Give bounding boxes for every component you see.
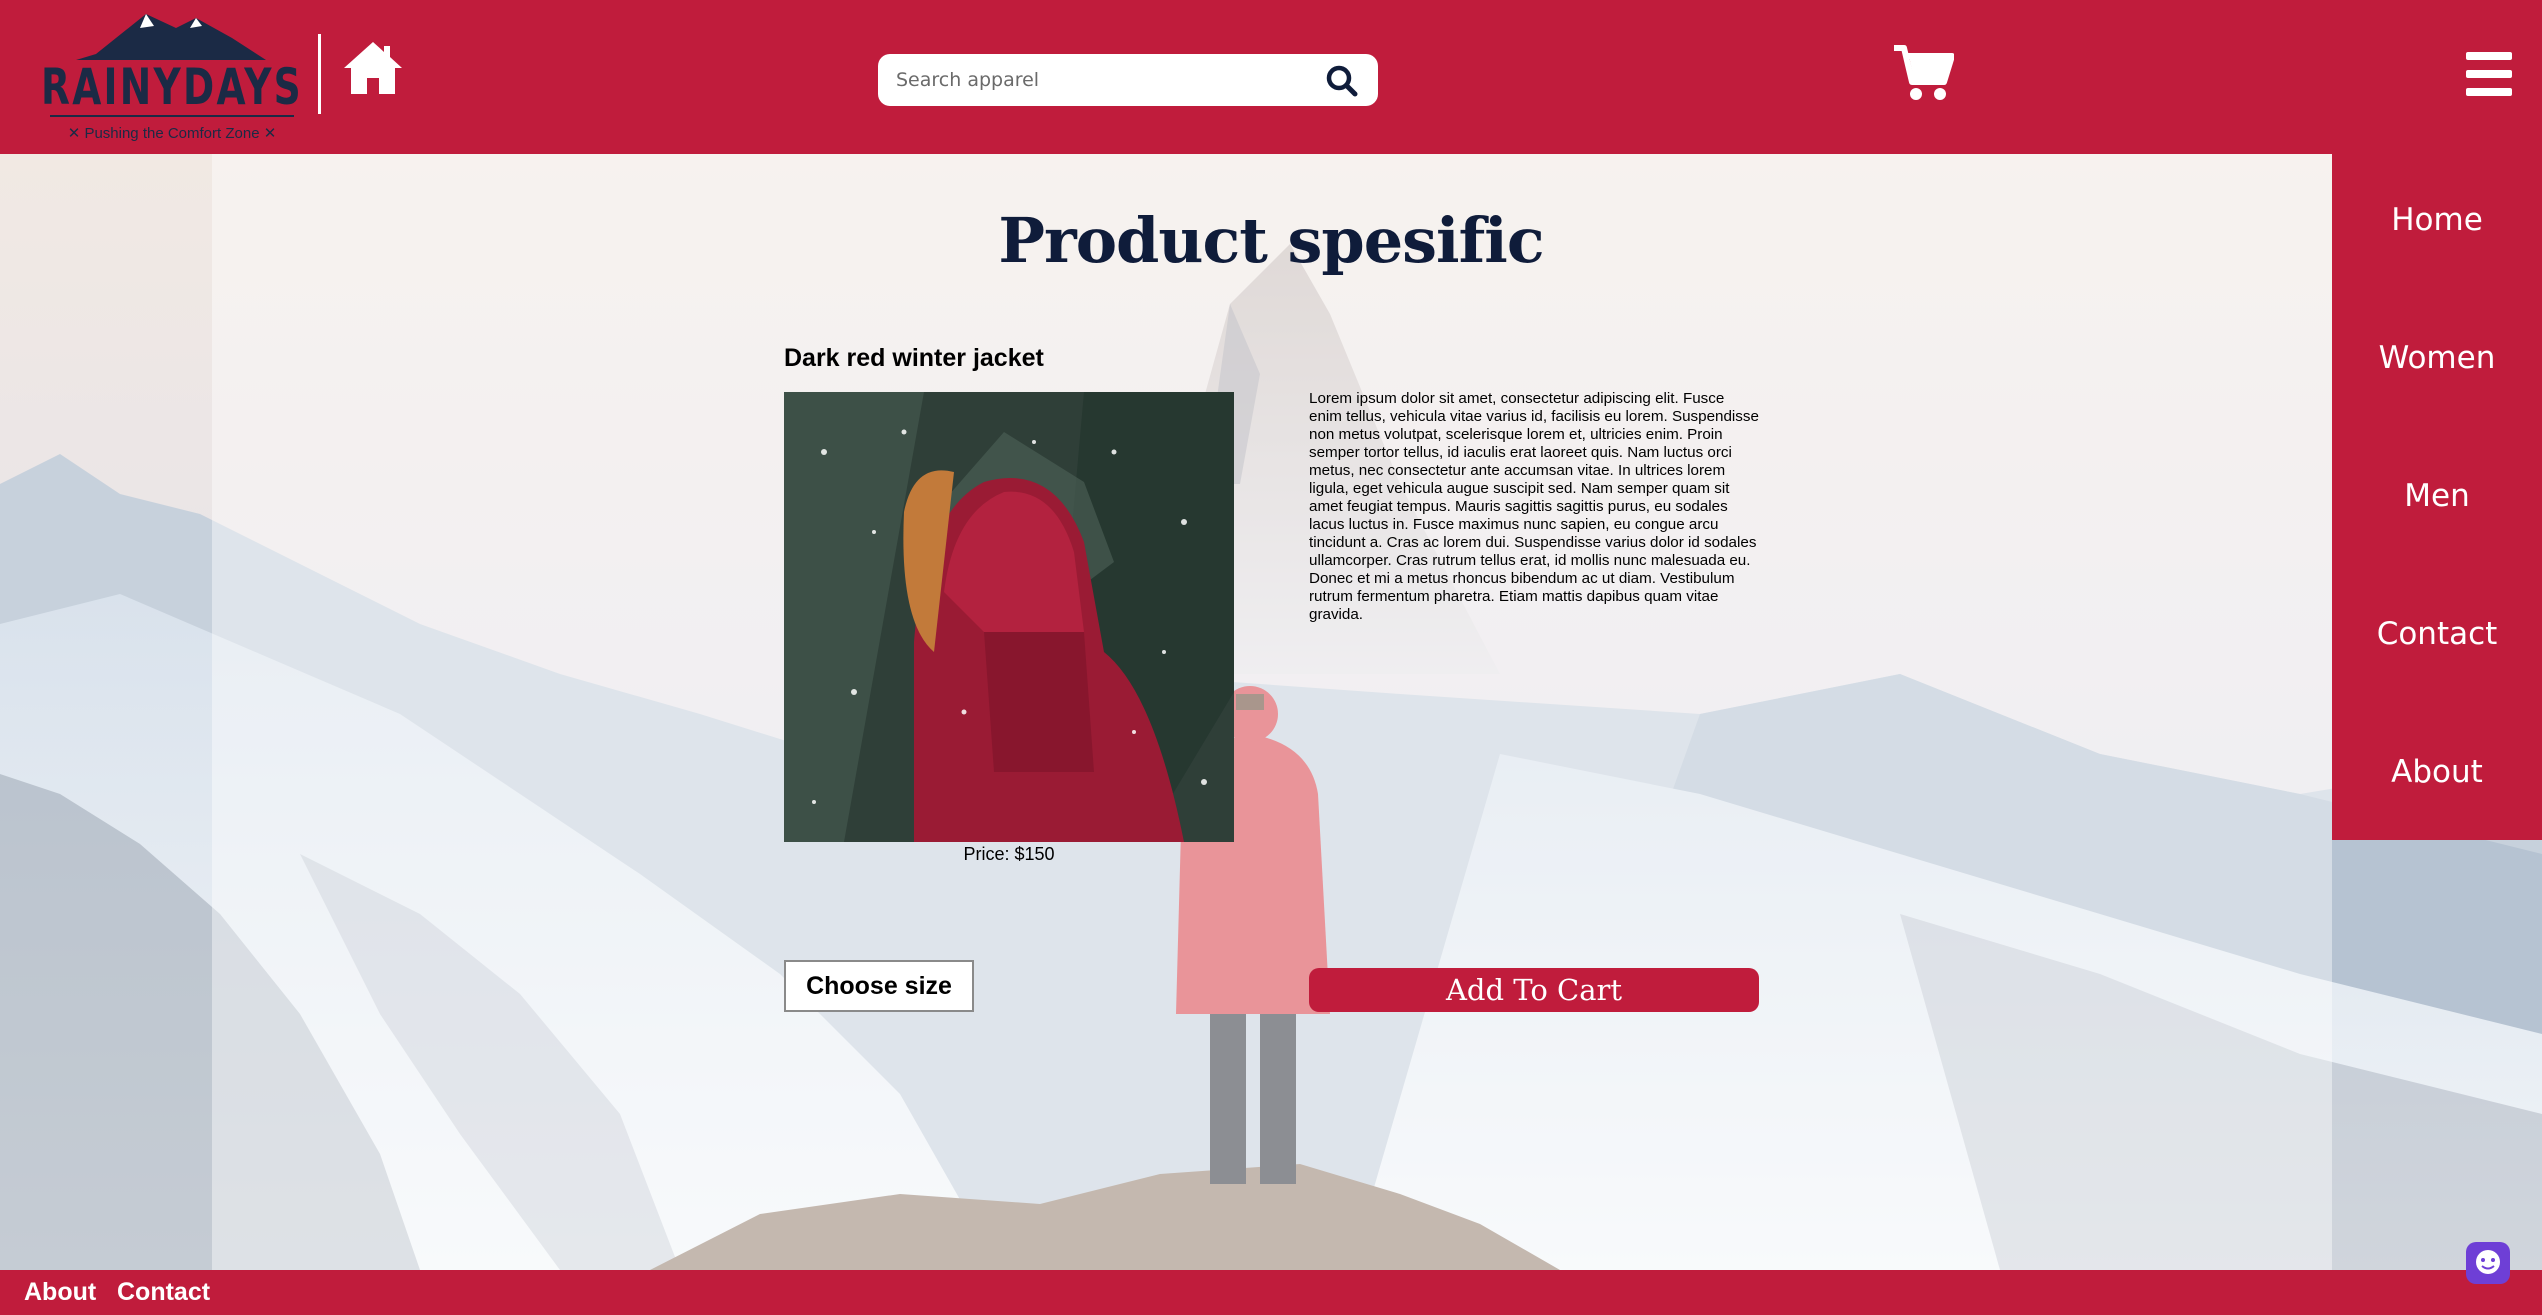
- site-logo[interactable]: RAINYDAYS ✕ Pushing the Comfort Zone ✕: [36, 4, 308, 150]
- product-price: Price: $150: [963, 844, 1055, 864]
- side-nav-contact[interactable]: Contact: [2332, 616, 2542, 652]
- side-nav-women[interactable]: Women: [2332, 340, 2542, 376]
- svg-text:RAINYDAYS: RAINYDAYS: [41, 58, 303, 116]
- cart-icon: [1894, 45, 1955, 100]
- search-box: [878, 54, 1378, 106]
- chat-widget-button[interactable]: [2466, 1242, 2510, 1284]
- page-title: Product spesific: [998, 204, 1544, 277]
- search-icon: [1326, 65, 1358, 97]
- logo-tagline: ✕ Pushing the Comfort Zone ✕: [67, 125, 277, 142]
- footer-link-about[interactable]: About: [24, 1278, 96, 1307]
- product-image: [784, 392, 1234, 842]
- add-to-cart-button[interactable]: Add To Cart: [1309, 968, 1759, 1012]
- product-name: Dark red winter jacket: [784, 344, 1044, 372]
- search-button[interactable]: [1326, 65, 1358, 97]
- side-nav: Home Women Men Contact About: [2332, 154, 2542, 840]
- logo-divider: [318, 34, 321, 114]
- product-description: Lorem ipsum dolor sit amet, consectetur …: [1309, 390, 1759, 623]
- background-mountain-image: [0, 154, 2542, 1270]
- menu-bar: [2466, 70, 2512, 78]
- side-nav-about[interactable]: About: [2332, 754, 2542, 790]
- menu-bar: [2466, 88, 2512, 96]
- site-header: RAINYDAYS ✕ Pushing the Comfort Zone ✕: [0, 0, 2542, 154]
- chat-widget-icon: [2476, 1250, 2500, 1274]
- search-input[interactable]: [896, 54, 1316, 106]
- home-button[interactable]: [342, 40, 404, 96]
- footer-link-contact[interactable]: Contact: [117, 1278, 210, 1307]
- cart-button[interactable]: [1892, 44, 1955, 102]
- hamburger-menu-button[interactable]: [2466, 52, 2512, 96]
- home-icon: [344, 42, 402, 94]
- side-nav-men[interactable]: Men: [2332, 478, 2542, 514]
- side-nav-home[interactable]: Home: [2332, 202, 2542, 238]
- site-footer: About Contact: [0, 1270, 2542, 1315]
- menu-bar: [2466, 52, 2512, 60]
- content-panel: [212, 154, 2332, 1270]
- choose-size-button[interactable]: Choose size: [784, 960, 974, 1012]
